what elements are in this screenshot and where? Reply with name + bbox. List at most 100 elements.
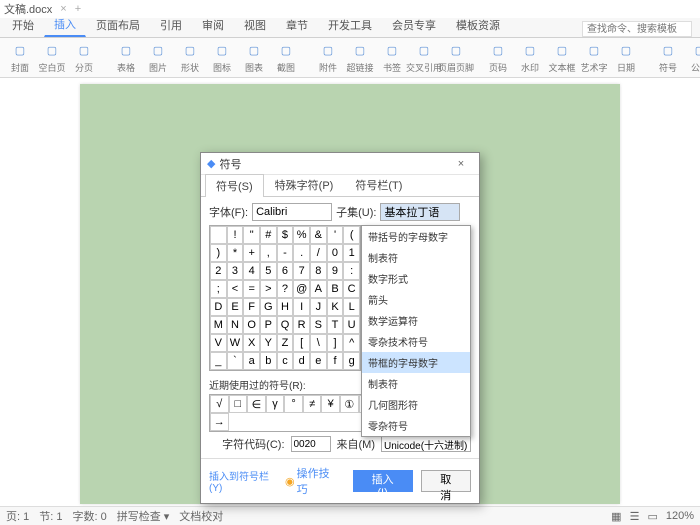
symbol-cell[interactable]: $	[277, 226, 294, 244]
ribbon-num[interactable]: ▢页码	[484, 42, 512, 74]
ribbon-pic[interactable]: ▢图片	[144, 42, 172, 74]
symbol-cell[interactable]: f	[327, 352, 344, 370]
view-web-icon[interactable]: ▭	[647, 510, 657, 523]
symbol-cell[interactable]: ;	[210, 280, 227, 298]
ribbon-table[interactable]: ▢表格	[112, 42, 140, 74]
tab-ref[interactable]: 引用	[150, 13, 192, 37]
symbol-cell[interactable]: 9	[327, 262, 344, 280]
symbol-cell[interactable]: :	[343, 262, 360, 280]
ribbon-more[interactable]: ▢截图	[272, 42, 300, 74]
tab-home[interactable]: 开始	[2, 13, 44, 37]
symbol-cell[interactable]: Z	[277, 334, 294, 352]
ribbon-hdr[interactable]: ▢页眉页脚	[442, 42, 470, 74]
tab-section[interactable]: 章节	[276, 13, 318, 37]
dialog-titlebar[interactable]: ◆符号 ×	[201, 153, 479, 175]
symbol-cell[interactable]: ]	[327, 334, 344, 352]
symbol-cell[interactable]: A	[310, 280, 327, 298]
tips-link[interactable]: ◉操作技巧	[285, 465, 337, 497]
symbol-cell[interactable]: e	[310, 352, 327, 370]
recent-symbol[interactable]: ≠	[303, 395, 322, 413]
tab-layout[interactable]: 页面布局	[86, 13, 150, 37]
dropdown-item[interactable]: 零杂符号	[362, 415, 470, 436]
dropdown-item[interactable]: 几何图形符	[362, 394, 470, 415]
symbol-cell[interactable]: a	[243, 352, 260, 370]
symbol-cell[interactable]: -	[277, 244, 294, 262]
tab-review[interactable]: 审阅	[192, 13, 234, 37]
dlg-tab-special[interactable]: 特殊字符(P)	[264, 173, 345, 196]
symbol-cell[interactable]: )	[210, 244, 227, 262]
from-select[interactable]	[381, 436, 471, 452]
symbol-cell[interactable]: +	[243, 244, 260, 262]
symbol-cell[interactable]: c	[277, 352, 294, 370]
cancel-button[interactable]: 取消	[421, 470, 471, 492]
ribbon-chart[interactable]: ▢图表	[240, 42, 268, 74]
symbol-cell[interactable]: (	[343, 226, 360, 244]
symbol-cell[interactable]: C	[343, 280, 360, 298]
dropdown-item[interactable]: 箭头	[362, 289, 470, 310]
symbol-cell[interactable]: O	[243, 316, 260, 334]
dropdown-item[interactable]: 制表符	[362, 247, 470, 268]
symbol-cell[interactable]: _	[210, 352, 227, 370]
symbol-cell[interactable]: U	[343, 316, 360, 334]
recent-symbol[interactable]: ①	[340, 395, 359, 413]
symbol-cell[interactable]: 5	[260, 262, 277, 280]
symbol-cell[interactable]: L	[343, 298, 360, 316]
symbol-cell[interactable]: [	[293, 334, 310, 352]
symbol-cell[interactable]: b	[260, 352, 277, 370]
zoom-level[interactable]: 120%	[666, 510, 694, 522]
symbol-cell[interactable]: B	[327, 280, 344, 298]
symbol-cell[interactable]: *	[227, 244, 244, 262]
symbol-cell[interactable]: >	[260, 280, 277, 298]
symbol-cell[interactable]: ,	[260, 244, 277, 262]
symbol-cell[interactable]: =	[243, 280, 260, 298]
insert-button[interactable]: 插入(I)	[353, 470, 413, 492]
tab-member[interactable]: 会员专享	[382, 13, 446, 37]
symbol-cell[interactable]: X	[243, 334, 260, 352]
symbol-cell[interactable]: '	[327, 226, 344, 244]
status-section[interactable]: 节: 1	[39, 508, 62, 524]
symbol-cell[interactable]: F	[243, 298, 260, 316]
symbol-cell[interactable]: ?	[277, 280, 294, 298]
dropdown-item[interactable]: 制表符	[362, 373, 470, 394]
symbol-cell[interactable]: K	[327, 298, 344, 316]
dropdown-item[interactable]: 数学运算符	[362, 310, 470, 331]
symbol-cell[interactable]: E	[227, 298, 244, 316]
symbol-cell[interactable]: D	[210, 298, 227, 316]
symbol-cell[interactable]: `	[227, 352, 244, 370]
symbol-cell[interactable]: I	[293, 298, 310, 316]
ribbon-shape[interactable]: ▢形状	[176, 42, 204, 74]
symbol-cell[interactable]: H	[277, 298, 294, 316]
symbol-cell[interactable]: 8	[310, 262, 327, 280]
ribbon-cover[interactable]: ▢封面	[6, 42, 34, 74]
symbol-cell[interactable]: Y	[260, 334, 277, 352]
symbol-cell[interactable]: 0	[327, 244, 344, 262]
ribbon-icon[interactable]: ▢图标	[208, 42, 236, 74]
symbol-cell[interactable]: S	[310, 316, 327, 334]
ribbon-txt[interactable]: ▢文本框	[548, 42, 576, 74]
dropdown-item[interactable]: 带括号的字母数字	[362, 226, 470, 247]
symbol-cell[interactable]: #	[260, 226, 277, 244]
tab-template[interactable]: 模板资源	[446, 13, 510, 37]
dlg-tab-symbol[interactable]: 符号(S)	[205, 174, 264, 197]
symbol-cell[interactable]: W	[227, 334, 244, 352]
code-input[interactable]	[291, 436, 331, 452]
ribbon-eq[interactable]: ▢公式	[686, 42, 700, 74]
symbol-cell[interactable]: 7	[293, 262, 310, 280]
dlg-tab-bar[interactable]: 符号栏(T)	[344, 173, 413, 196]
ribbon-date[interactable]: ▢日期	[612, 42, 640, 74]
symbol-cell[interactable]: V	[210, 334, 227, 352]
dropdown-item[interactable]: 零杂技术符号	[362, 331, 470, 352]
symbol-cell[interactable]: ^	[343, 334, 360, 352]
font-select[interactable]	[252, 203, 332, 221]
tab-insert[interactable]: 插入	[44, 12, 86, 37]
recent-symbol[interactable]: √	[210, 395, 229, 413]
recent-symbol[interactable]: □	[229, 395, 248, 413]
recent-symbol[interactable]: →	[210, 413, 229, 431]
symbol-cell[interactable]: 3	[227, 262, 244, 280]
symbol-cell[interactable]	[210, 226, 227, 244]
insert-to-bar-link[interactable]: 插入到符号栏(Y)	[209, 468, 277, 494]
dropdown-item[interactable]: 数字形式	[362, 268, 470, 289]
ribbon-wm[interactable]: ▢水印	[516, 42, 544, 74]
ribbon-break[interactable]: ▢分页	[70, 42, 98, 74]
symbol-cell[interactable]: /	[310, 244, 327, 262]
